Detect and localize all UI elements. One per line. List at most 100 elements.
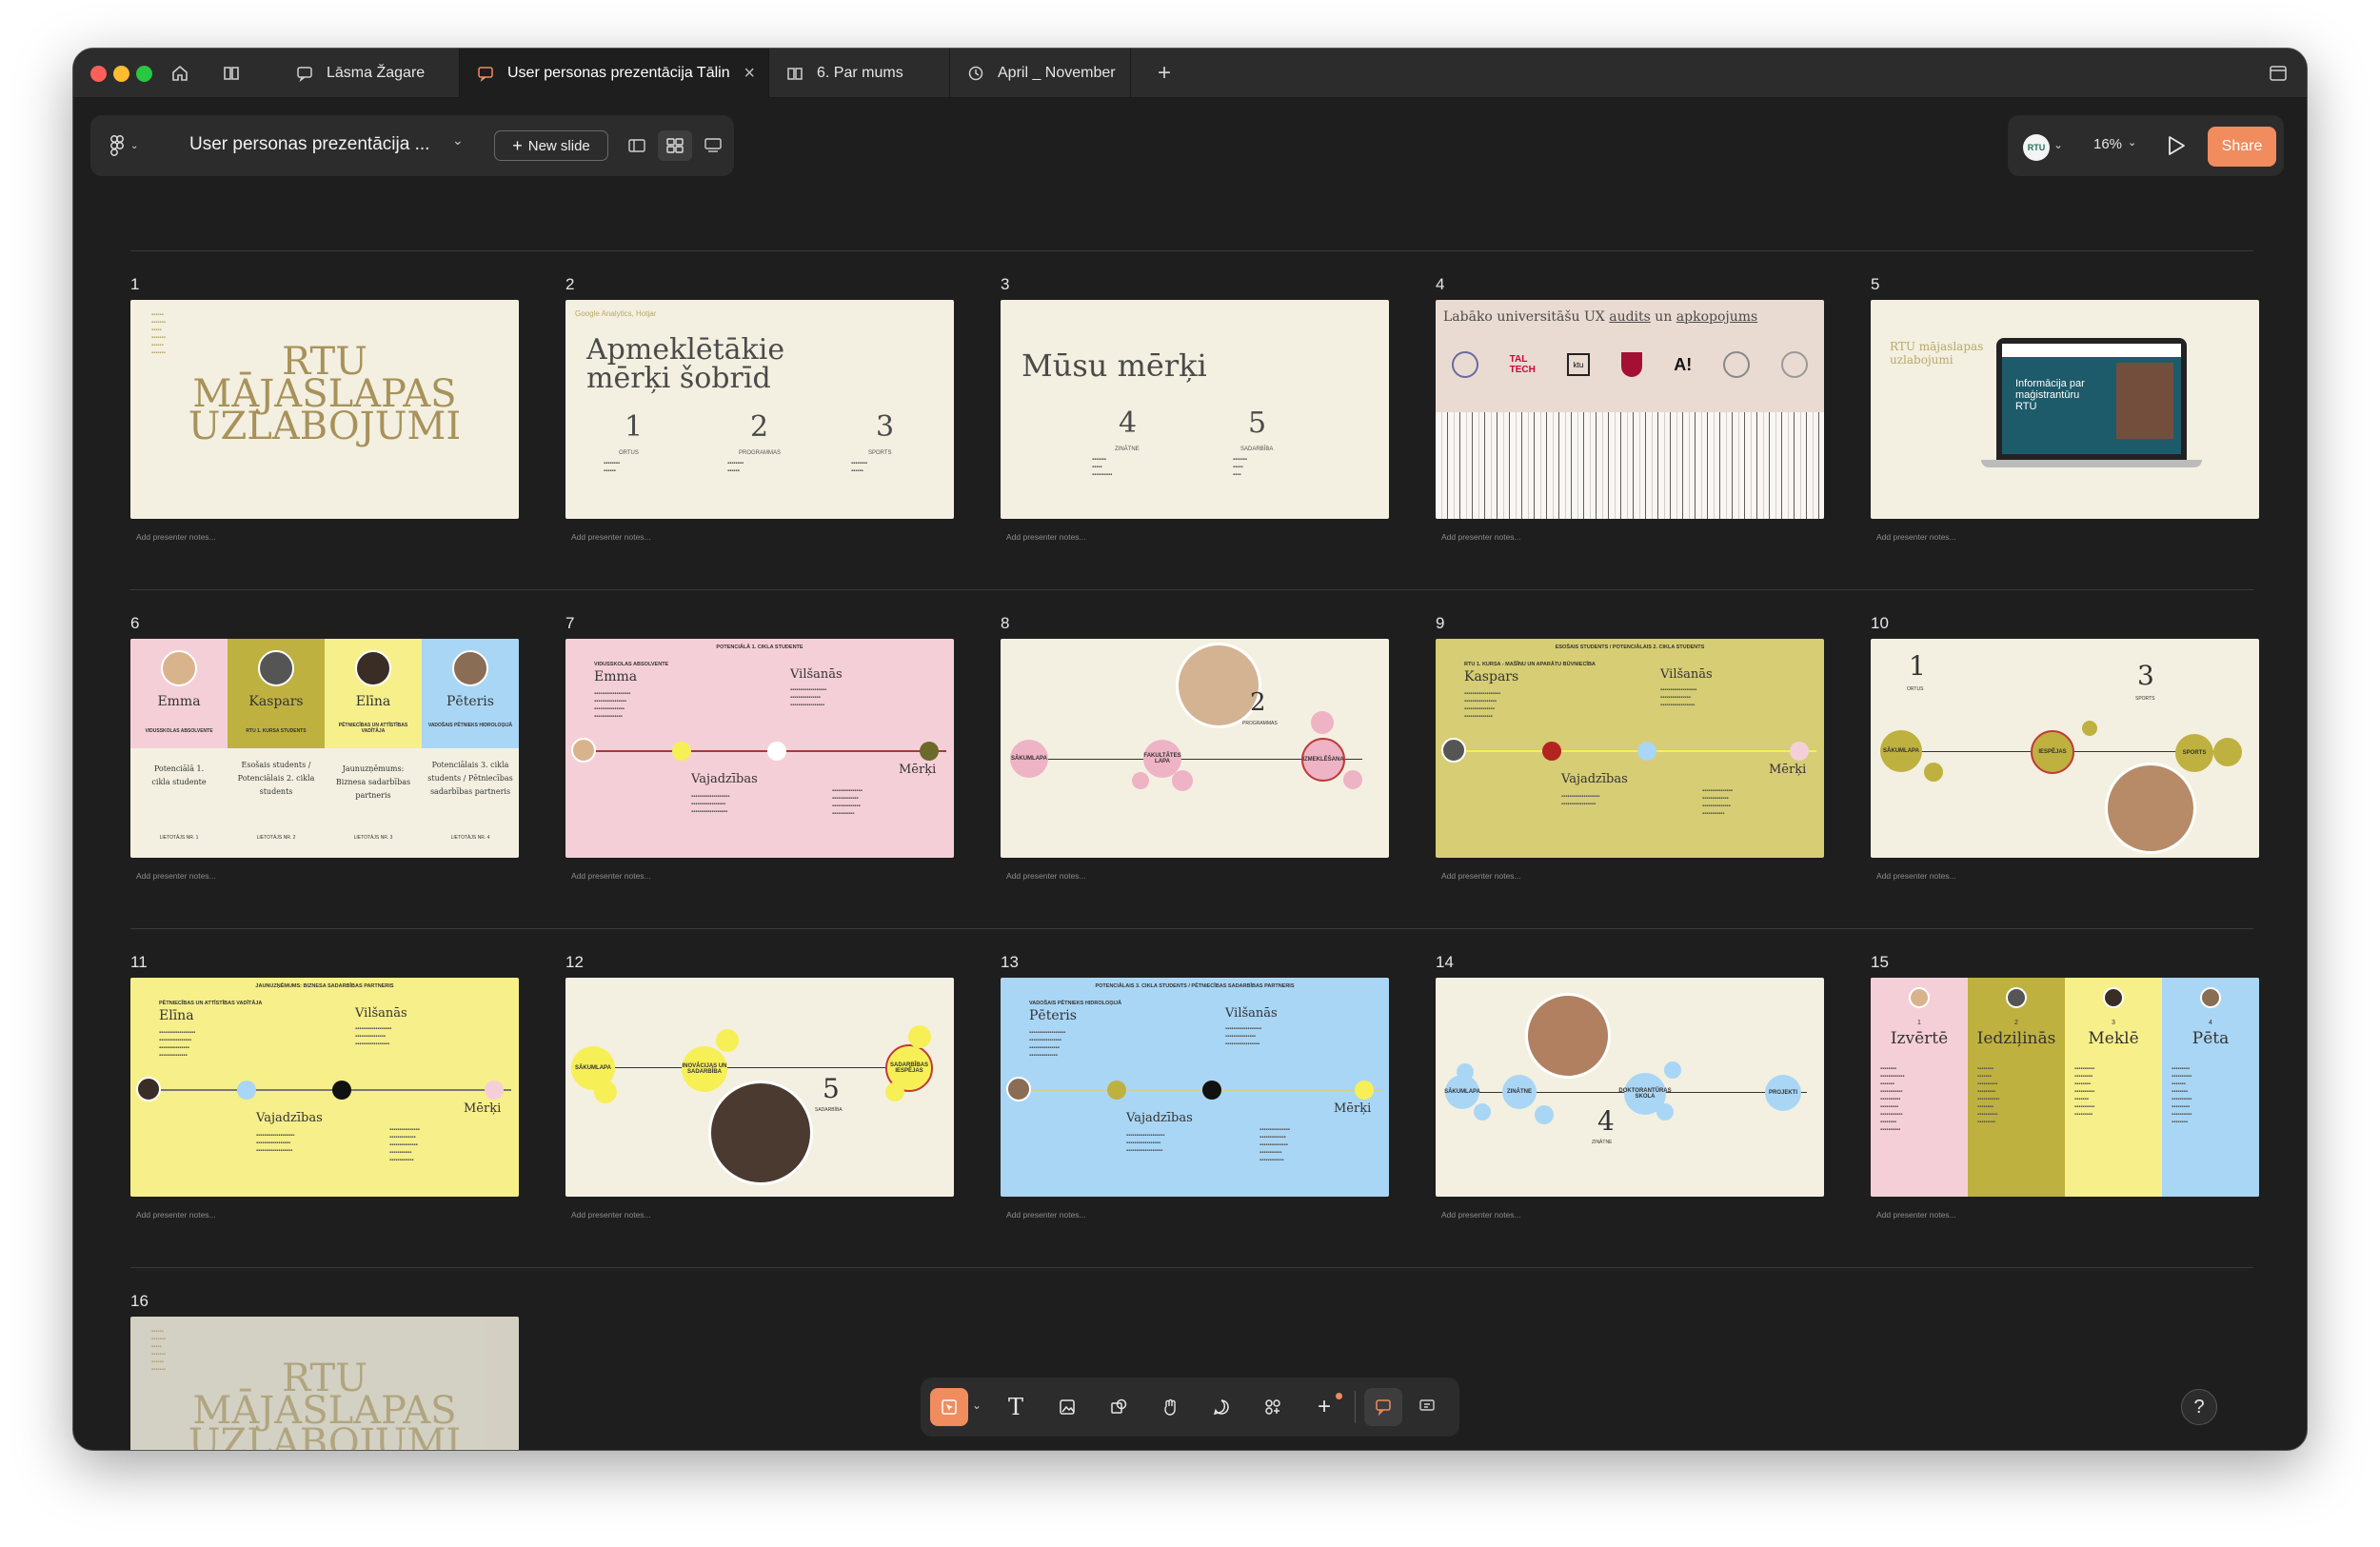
tab-april-november[interactable]: April _ November: [950, 49, 1131, 98]
slide-9-thumbnail[interactable]: ESOŠAIS STUDENTS / POTENCIĀLAIS 2. CIKLA…: [1436, 639, 1824, 858]
persona-user: LIETOTĀJS NR. 3: [353, 835, 393, 841]
single-slide-view-button[interactable]: [620, 130, 654, 161]
stat-description: ▪▪▪▪▪▪▪ ▪▪▪▪▪ ▪▪▪▪▪▪▪▪▪▪: [1092, 457, 1113, 478]
title-dropdown-icon[interactable]: ⌄: [452, 132, 464, 149]
stat-number: 5: [1248, 407, 1267, 440]
presentation-mode-button[interactable]: [1364, 1388, 1402, 1426]
presenter-notes[interactable]: Add presenter notes...: [1441, 1210, 1521, 1220]
help-button[interactable]: ?: [2181, 1389, 2217, 1425]
slide-10-thumbnail[interactable]: 1 ORTUS 3 SPORTS SĀKUMLAPA IESPĒJAS SPOR…: [1871, 639, 2259, 858]
zoom-control[interactable]: 16% ⌄: [2093, 136, 2136, 152]
slide-number: 4: [1436, 275, 1445, 293]
presenter-notes[interactable]: Add presenter notes...: [136, 532, 216, 542]
slide-2-thumbnail[interactable]: Google Analytics, Hotjar Apmeklētākie mē…: [565, 300, 954, 519]
new-tab-icon[interactable]: +: [1143, 56, 1185, 90]
persona-name: Elīna: [159, 1008, 194, 1023]
image-tool-icon[interactable]: [1048, 1388, 1086, 1426]
tab-lasma-zagare[interactable]: Lāsma Žagare: [279, 49, 460, 98]
chevron-down-icon[interactable]: ⌄: [972, 1398, 982, 1412]
avatar: [2200, 987, 2221, 1008]
persona-column: Emma VIDUSSKOLAS ABSOLVENTE Potenciālā 1…: [130, 639, 228, 858]
slide-12-thumbnail[interactable]: SĀKUMLAPA INOVĀCIJAS UN SADARBĪBA SADARB…: [565, 978, 954, 1197]
figma-menu-icon[interactable]: ⌄: [109, 132, 148, 159]
chevron-down-icon: ⌄: [2128, 137, 2137, 149]
text-tool-icon[interactable]: T: [997, 1388, 1035, 1426]
select-tool-button[interactable]: [930, 1388, 968, 1426]
frustrations-list: ▪▪▪▪▪▪▪▪▪▪▪▪▪▪▪▪▪▪ ▪▪▪▪▪▪▪▪▪▪▪▪▪▪▪ ▪▪▪▪▪▪▪…: [790, 687, 827, 708]
slide-4-thumbnail[interactable]: Labāko universitāšu UX audits un apkopoj…: [1436, 300, 1824, 519]
row-divider: [130, 1267, 2253, 1268]
presenter-notes[interactable]: Add presenter notes...: [1441, 532, 1521, 542]
minimize-window-button[interactable]: [113, 66, 129, 82]
close-tab-icon[interactable]: ×: [744, 63, 755, 85]
comment-icon: [296, 64, 315, 83]
document-title[interactable]: User personas prezentācija ...: [189, 134, 429, 155]
present-play-icon[interactable]: [2166, 134, 2187, 162]
seal-icon: [1781, 351, 1809, 378]
slide-7-thumbnail[interactable]: POTENCIĀLĀ 1. CIKLA STUDENTE VIDUSSKOLAS…: [565, 639, 954, 858]
avatar-label: RTU: [2027, 143, 2046, 152]
components-tool-icon[interactable]: [1254, 1388, 1292, 1426]
library-icon[interactable]: [210, 56, 252, 90]
slide-number: 13: [1001, 953, 1019, 971]
timeline-dot: [1542, 742, 1561, 761]
share-button[interactable]: Share: [2208, 127, 2276, 167]
tab-par-mums[interactable]: 6. Par mums: [769, 49, 950, 98]
close-window-button[interactable]: [90, 66, 107, 82]
persona-name: Emma: [157, 694, 201, 709]
needs-heading: Vajadzības: [1126, 1111, 1193, 1125]
title-line: mērķi šobrīd: [586, 362, 771, 395]
flow-node: [1656, 1103, 1674, 1121]
title-line: uzlabojumi: [1890, 353, 1954, 367]
avatar[interactable]: RTU: [2023, 134, 2050, 161]
slide-5-thumbnail[interactable]: RTU mājaslapas uzlabojumi Informācija pa…: [1871, 300, 2259, 519]
zoom-window-button[interactable]: [136, 66, 152, 82]
presenter-notes[interactable]: Add presenter notes...: [1876, 532, 1956, 542]
stat-number: 1: [1909, 650, 1926, 682]
slide-16-thumbnail[interactable]: ▪▪▪▪▪▪ ▪▪▪▪▪▪▪ ▪▪▪▪▪ ▪▪▪▪▪▪▪ ▪▪▪▪▪▪ ▪▪▪▪▪▪▪ R…: [130, 1317, 519, 1450]
slide-3-thumbnail[interactable]: Mūsu mērķi 4 5 ZINĀTNE SADARBĪBA ▪▪▪▪▪▪▪…: [1001, 300, 1389, 519]
presenter-notes[interactable]: Add presenter notes...: [136, 1210, 216, 1220]
stamp-tool-icon[interactable]: [1151, 1388, 1189, 1426]
presenter-notes[interactable]: Add presenter notes...: [571, 532, 651, 542]
slide-6-thumbnail[interactable]: Emma VIDUSSKOLAS ABSOLVENTE Potenciālā 1…: [130, 639, 519, 858]
clock-icon: [967, 64, 986, 83]
tab-label: Lāsma Žagare: [327, 65, 426, 81]
presenter-notes[interactable]: Add presenter notes...: [571, 1210, 651, 1220]
presenter-notes[interactable]: Add presenter notes...: [1006, 1210, 1086, 1220]
presenter-notes-button[interactable]: [696, 130, 730, 161]
slide-13-thumbnail[interactable]: POTENCIĀLAIS 3. CIKLA STUDENTS / PĒTNIEC…: [1001, 978, 1389, 1197]
presenter-notes[interactable]: Add presenter notes...: [1441, 871, 1521, 881]
column-list: ▪▪▪▪▪▪▪▪▪▪▪▪▪▪▪▪▪▪▪▪▪▪▪▪▪▪▪▪▪▪▪▪▪▪▪▪▪▪▪▪…: [1977, 1066, 2000, 1125]
slide-1-thumbnail[interactable]: ▪▪▪▪▪▪ ▪▪▪▪▪▪▪ ▪▪▪▪▪ ▪▪▪▪▪▪▪ ▪▪▪▪▪▪ ▪▪▪▪▪▪▪ R…: [130, 300, 519, 519]
presenter-notes[interactable]: Add presenter notes...: [1876, 1210, 1956, 1220]
slide-11-thumbnail[interactable]: JAUNUZŅĒMUMS: BIZNESA SADARBĪBAS PARTNER…: [130, 978, 519, 1197]
stat-label: SADARBĪBA: [1240, 446, 1274, 452]
new-slide-label: New slide: [527, 137, 590, 154]
slide-8-thumbnail[interactable]: 2 PROGRAMMAS SĀKUMLAPA FAKULTĀTES LAPA I…: [1001, 639, 1389, 858]
presenter-notes[interactable]: Add presenter notes...: [1006, 871, 1086, 881]
presenter-notes[interactable]: Add presenter notes...: [136, 871, 216, 881]
persona-name: Emma: [594, 669, 638, 684]
presenter-notes[interactable]: Add presenter notes...: [571, 871, 651, 881]
new-slide-button[interactable]: + New slide: [494, 130, 608, 161]
dev-mode-button[interactable]: [1408, 1388, 1446, 1426]
stat-number: 4: [1119, 407, 1138, 440]
app-window: Lāsma Žagare User personas prezentācija …: [72, 48, 2308, 1451]
grid-view-button[interactable]: [658, 130, 692, 161]
shape-tool-icon[interactable]: [1100, 1388, 1138, 1426]
home-icon[interactable]: [159, 56, 201, 90]
persona-role: PĒTNIECĪBAS UN ATTĪSTĪBAS VADĪTĀJA: [338, 723, 408, 734]
presenter-notes[interactable]: Add presenter notes...: [1006, 532, 1086, 542]
stat-label: SADARBĪBA: [815, 1107, 843, 1113]
node-label: SĀKUMLAPA: [1011, 756, 1047, 762]
avatar-dropdown-icon[interactable]: ⌄: [2053, 138, 2063, 151]
presenter-notes[interactable]: Add presenter notes...: [1876, 871, 1956, 881]
comment-tool-icon[interactable]: [1202, 1388, 1240, 1426]
avatar: [355, 650, 391, 686]
node-label: IESPĒJAS: [2038, 749, 2067, 755]
slide-14-thumbnail[interactable]: SĀKUMLAPA ZINĀTNE DOKTORANTŪRAS SKOLA PR…: [1436, 978, 1824, 1197]
sidebar-toggle-icon[interactable]: [2257, 56, 2299, 90]
tab-user-personas[interactable]: User personas prezentācija Tālin ×: [460, 49, 769, 98]
slide-15-thumbnail[interactable]: 1 Izvērtē ▪▪▪▪▪▪▪▪ ▪▪▪▪▪▪▪▪▪▪▪▪ ▪▪▪▪▪▪▪ ▪▪▪…: [1871, 978, 2259, 1197]
